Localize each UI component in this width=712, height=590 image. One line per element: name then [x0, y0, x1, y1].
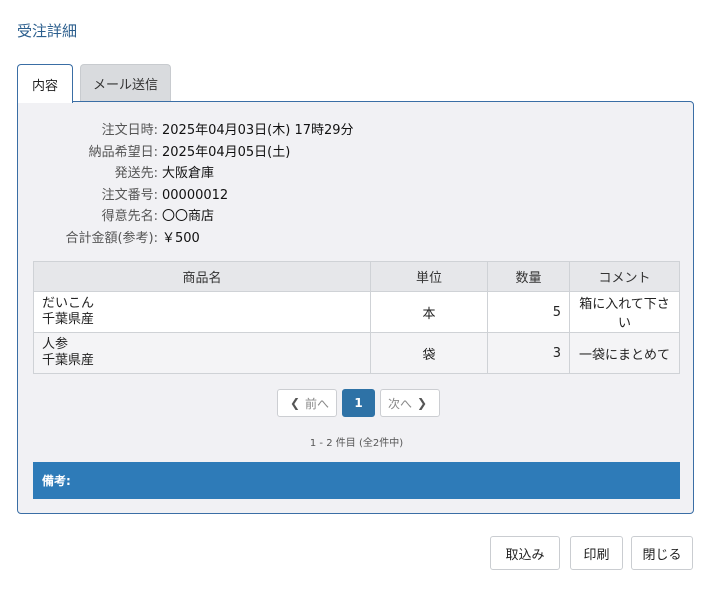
current-page-button[interactable]: 1 [342, 389, 375, 417]
info-value: 00000012 [162, 187, 229, 203]
info-value: 大阪倉庫 [162, 166, 215, 181]
import-button[interactable]: 取込み [490, 536, 560, 570]
tab-content[interactable]: 内容 [17, 64, 73, 103]
column-header-unit[interactable]: 単位 [370, 261, 488, 292]
order-detail-panel: 注文日時: 2025年04月03日(木) 17時29分 納品希望日: 2025年… [17, 101, 694, 514]
remarks-label: 備考: [42, 474, 71, 488]
cell-product: だいこん 千葉県産 [33, 291, 371, 333]
info-row-ship-to: 発送先: 大阪倉庫 [18, 163, 354, 185]
info-value: 〇〇商店 [162, 209, 215, 224]
product-name: 人参 [42, 337, 69, 352]
info-row-delivery-date: 納品希望日: 2025年04月05日(土) [18, 142, 354, 164]
pagination: ❮ 前へ 1 次へ ❯ [277, 389, 440, 418]
table-row[interactable]: だいこん 千葉県産 本 5 箱に入れて下さい [33, 291, 680, 333]
info-label: 納品希望日: [88, 144, 158, 160]
cell-quantity: 3 [487, 332, 570, 374]
cell-comment: 箱に入れて下さい [569, 291, 680, 333]
close-button[interactable]: 閉じる [631, 536, 693, 570]
next-page-label: 次へ [387, 396, 412, 411]
info-value: 2025年04月05日(土) [162, 144, 291, 160]
prev-page-button[interactable]: ❮ 前へ [277, 389, 337, 417]
chevron-right-icon: ❯ [416, 396, 428, 410]
cell-quantity: 5 [487, 291, 570, 333]
cell-unit: 袋 [370, 332, 488, 374]
info-value: 2025年04月03日(木) 17時29分 [162, 123, 354, 138]
info-row-customer: 得意先名: 〇〇商店 [18, 206, 354, 228]
column-header-quantity[interactable]: 数量 [487, 261, 570, 292]
product-origin: 千葉県産 [42, 353, 95, 368]
order-info: 注文日時: 2025年04月03日(木) 17時29分 納品希望日: 2025年… [18, 120, 354, 250]
info-label: 注文番号: [101, 187, 158, 203]
prev-page-label: 前へ [305, 396, 330, 411]
record-count: 1 - 2 件目 (全2件中) [309, 438, 404, 449]
info-row-order-datetime: 注文日時: 2025年04月03日(木) 17時29分 [18, 120, 354, 142]
print-button[interactable]: 印刷 [570, 536, 623, 570]
tab-send-mail[interactable]: メール送信 [80, 64, 171, 101]
info-value: ￥500 [162, 230, 200, 246]
info-label: 発送先: [114, 166, 158, 181]
column-header-comment[interactable]: コメント [569, 261, 680, 292]
next-page-button[interactable]: 次へ ❯ [380, 389, 440, 417]
cell-unit: 本 [370, 291, 488, 333]
cell-product: 人参 千葉県産 [33, 332, 371, 374]
chevron-left-icon: ❮ [289, 396, 301, 410]
info-label: 得意先名: [101, 209, 158, 224]
cell-comment: 一袋にまとめて [569, 332, 680, 374]
info-row-total: 合計金額(参考): ￥500 [18, 228, 354, 250]
product-name: だいこん [42, 296, 95, 311]
remarks-bar: 備考: [33, 462, 680, 499]
page-title: 受注詳細 [17, 22, 78, 40]
column-header-product[interactable]: 商品名 [33, 261, 371, 292]
info-label: 合計金額(参考): [65, 230, 158, 246]
table-row[interactable]: 人参 千葉県産 袋 3 一袋にまとめて [33, 332, 680, 374]
info-label: 注文日時: [101, 123, 158, 138]
table-header-row: 商品名 単位 数量 コメント [33, 261, 680, 292]
info-row-order-number: 注文番号: 00000012 [18, 185, 354, 207]
order-items-table: 商品名 単位 数量 コメント だいこん 千葉県産 本 5 箱に入れて下さい 人参… [33, 261, 680, 374]
product-origin: 千葉県産 [42, 312, 95, 327]
